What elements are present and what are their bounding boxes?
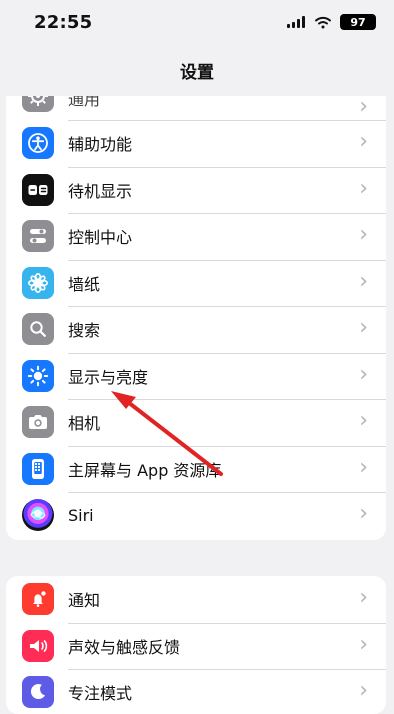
- page-title: 设置: [180, 62, 214, 83]
- wallpaper-icon: [22, 266, 54, 299]
- settings-row-label: 专注模式: [68, 684, 133, 704]
- settings-row-label: 通知: [68, 591, 101, 611]
- settings-row-focus[interactable]: 专注模式 ›: [6, 669, 386, 714]
- settings-row-label: 待机显示: [68, 181, 133, 201]
- chevron-right-icon: ›: [359, 408, 368, 434]
- settings-row-general[interactable]: 通用 ›: [6, 96, 386, 120]
- settings-row-control-center[interactable]: 控制中心 ›: [6, 213, 386, 260]
- gear-icon: [22, 96, 54, 112]
- settings-row-wallpaper[interactable]: 墙纸 ›: [6, 259, 386, 307]
- camera-icon: [22, 406, 54, 439]
- siri-icon: [22, 499, 54, 532]
- settings-row-label: 声效与触感反馈: [68, 637, 181, 657]
- standby-icon: [22, 173, 54, 206]
- chevron-right-icon: ›: [359, 315, 368, 341]
- settings-group-primary: 通用 › 辅助功能 › 待机显示 › 控制中心 › 墙纸 › 搜索 › 显示与亮…: [6, 96, 386, 540]
- settings-row-notifications[interactable]: 通知 ›: [6, 576, 386, 623]
- settings-row-display-brightness[interactable]: 显示与亮度 ›: [6, 352, 386, 400]
- settings-row-home-screen[interactable]: 主屏幕与 App 资源库 ›: [6, 445, 386, 493]
- status-icons: 97: [287, 14, 376, 30]
- settings-row-label: Siri: [68, 505, 94, 525]
- control-center-icon: [22, 220, 54, 253]
- chevron-right-icon: ›: [359, 361, 368, 387]
- chevron-right-icon: ›: [359, 175, 368, 201]
- accessibility-icon: [22, 127, 54, 160]
- settings-row-siri[interactable]: Siri ›: [6, 492, 386, 539]
- wifi-icon: [315, 16, 331, 28]
- chevron-right-icon: ›: [359, 585, 368, 611]
- focus-icon: [22, 676, 54, 709]
- settings-row-label: 主屏幕与 App 资源库: [68, 460, 222, 480]
- settings-row-label: 搜索: [68, 321, 101, 341]
- settings-group-secondary: 通知 › 声效与触感反馈 › 专注模式 ›: [6, 576, 386, 714]
- chevron-right-icon: ›: [359, 222, 368, 248]
- chevron-right-icon: ›: [359, 454, 368, 480]
- settings-row-accessibility[interactable]: 辅助功能 ›: [6, 120, 386, 167]
- settings-row-label: 控制中心: [68, 228, 133, 248]
- navigation-bar: 设置: [0, 44, 394, 96]
- brightness-icon: [22, 359, 54, 392]
- chevron-right-icon: ›: [359, 631, 368, 657]
- settings-row-sound-haptics[interactable]: 声效与触感反馈 ›: [6, 622, 386, 670]
- settings-row-camera[interactable]: 相机 ›: [6, 399, 386, 446]
- chevron-right-icon: ›: [359, 96, 368, 119]
- notification-icon: [22, 583, 54, 616]
- settings-row-label: 辅助功能: [68, 135, 133, 155]
- home-screen-icon: [22, 452, 54, 485]
- settings-row-label: 墙纸: [68, 274, 101, 294]
- status-bar: 22:55 97: [0, 0, 394, 44]
- search-icon: [22, 313, 54, 346]
- chevron-right-icon: ›: [359, 678, 368, 704]
- settings-row-search[interactable]: 搜索 ›: [6, 306, 386, 353]
- chevron-right-icon: ›: [359, 129, 368, 155]
- sound-icon: [22, 629, 54, 662]
- chevron-right-icon: ›: [359, 268, 368, 294]
- settings-row-label: 通用: [68, 96, 101, 109]
- chevron-right-icon: ›: [359, 501, 368, 527]
- status-time: 22:55: [34, 11, 93, 33]
- cellular-signal-icon: [287, 16, 305, 28]
- settings-row-standby[interactable]: 待机显示 ›: [6, 166, 386, 214]
- settings-row-label: 相机: [68, 414, 101, 434]
- battery-indicator: 97: [340, 14, 376, 30]
- settings-row-label: 显示与亮度: [68, 367, 149, 387]
